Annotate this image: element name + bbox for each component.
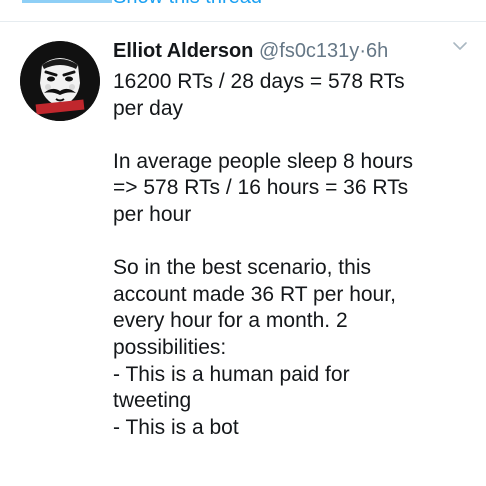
tweet-text: 16200 RTs / 28 days = 578 RTs per day In…	[113, 70, 414, 439]
tweet-header: Elliot Alderson @fs0c131y·6h	[113, 38, 388, 64]
author-handle[interactable]: @fs0c131y	[259, 40, 359, 62]
tweet-timestamp[interactable]: 6h	[366, 40, 388, 62]
fsociety-mask-icon	[20, 41, 100, 121]
thread-connector-line	[22, 0, 112, 3]
tweet-divider	[0, 21, 486, 22]
show-thread-strip[interactable]: Show this thread	[0, 0, 486, 22]
separator-dot: ·	[359, 40, 366, 62]
show-thread-link[interactable]: Show this thread	[113, 0, 262, 9]
author-name[interactable]: Elliot Alderson	[113, 40, 253, 62]
chevron-down-icon[interactable]	[452, 40, 468, 52]
avatar[interactable]	[20, 41, 100, 121]
